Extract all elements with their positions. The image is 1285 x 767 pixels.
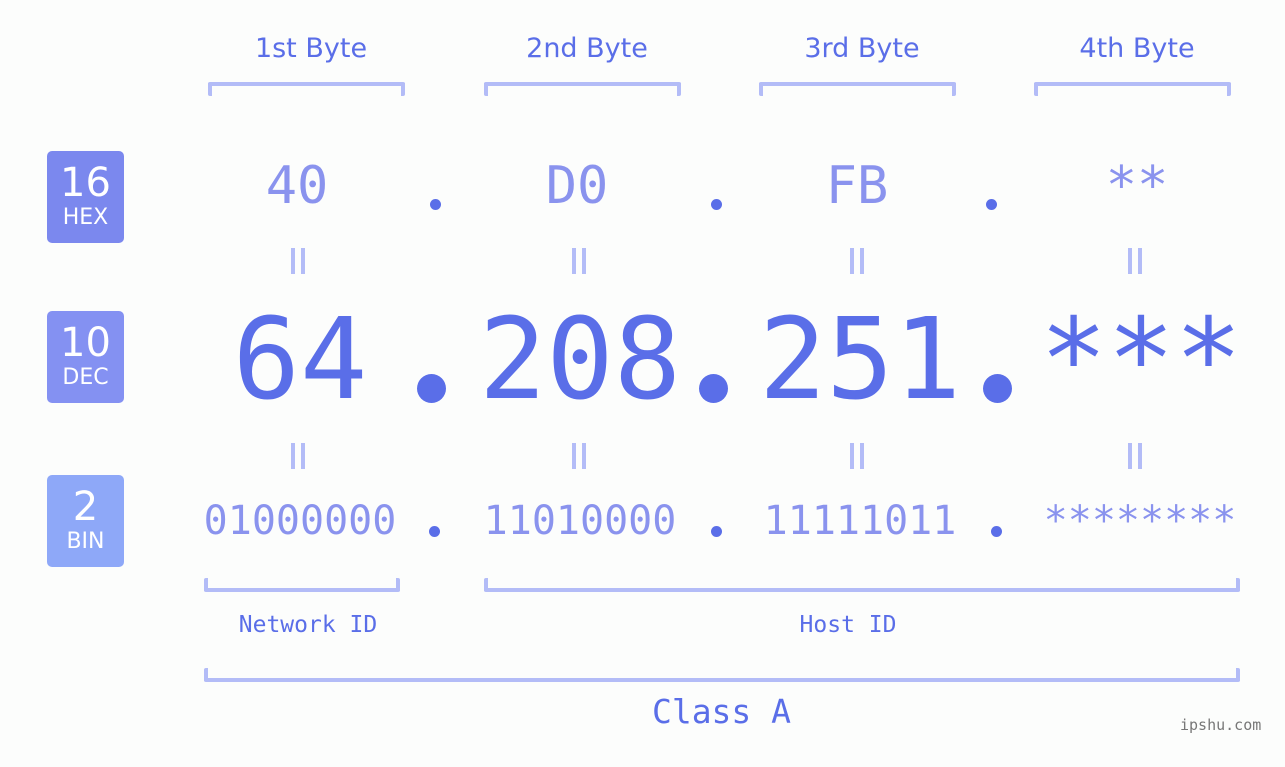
bin-base-label: BIN	[66, 529, 105, 554]
equals-icon	[570, 443, 588, 469]
byte-bracket-2	[484, 82, 681, 96]
class-bracket	[204, 668, 1240, 682]
hex-byte-2: D0	[545, 156, 609, 216]
hex-base-label: HEX	[62, 205, 109, 230]
bin-base-number: 2	[72, 484, 99, 530]
dec-byte-2: 208	[478, 295, 682, 425]
host-id-bracket	[484, 578, 1240, 592]
byte-header-1: 1st Byte	[254, 33, 368, 64]
dec-separator-dot	[417, 374, 446, 403]
network-id-bracket	[204, 578, 400, 592]
equals-icon	[848, 248, 866, 274]
bin-byte-2: 11010000	[483, 498, 677, 544]
hex-byte-1: 40	[265, 156, 329, 216]
dec-badge: 10 DEC	[47, 311, 124, 403]
byte-header-2: 2nd Byte	[526, 33, 648, 64]
equals-icon	[848, 443, 866, 469]
bin-separator-dot	[991, 526, 1002, 537]
watermark: ipshu.com	[1180, 716, 1262, 734]
equals-icon	[289, 248, 307, 274]
hex-separator-dot	[711, 199, 722, 210]
byte-header-3: 3rd Byte	[804, 33, 920, 64]
byte-bracket-1	[208, 82, 405, 96]
byte-bracket-3	[759, 82, 956, 96]
equals-icon	[1126, 443, 1144, 469]
host-id-label: Host ID	[799, 612, 897, 638]
dec-byte-1: 64	[232, 295, 368, 425]
network-id-label: Network ID	[238, 612, 378, 638]
bin-byte-1: 01000000	[203, 498, 397, 544]
hex-byte-4: **	[1105, 156, 1169, 216]
byte-header-4: 4th Byte	[1079, 33, 1195, 64]
dec-separator-dot	[983, 374, 1012, 403]
equals-icon	[570, 248, 588, 274]
hex-separator-dot	[430, 199, 441, 210]
dec-base-number: 10	[60, 320, 111, 366]
ip-class-label: Class A	[651, 692, 792, 731]
bin-separator-dot	[429, 526, 440, 537]
equals-icon	[1126, 248, 1144, 274]
dec-byte-4: ***	[1039, 295, 1243, 425]
hex-separator-dot	[986, 199, 997, 210]
dec-base-label: DEC	[62, 365, 109, 390]
bin-badge: 2 BIN	[47, 475, 124, 567]
hex-badge: 16 HEX	[47, 151, 124, 243]
hex-byte-3: FB	[825, 156, 889, 216]
byte-bracket-4	[1034, 82, 1231, 96]
dec-byte-3: 251	[758, 295, 962, 425]
bin-byte-4: ********	[1043, 498, 1237, 544]
hex-base-number: 16	[60, 160, 111, 206]
dec-separator-dot	[699, 374, 728, 403]
equals-icon	[289, 443, 307, 469]
bin-separator-dot	[711, 526, 722, 537]
bin-byte-3: 11111011	[763, 498, 957, 544]
